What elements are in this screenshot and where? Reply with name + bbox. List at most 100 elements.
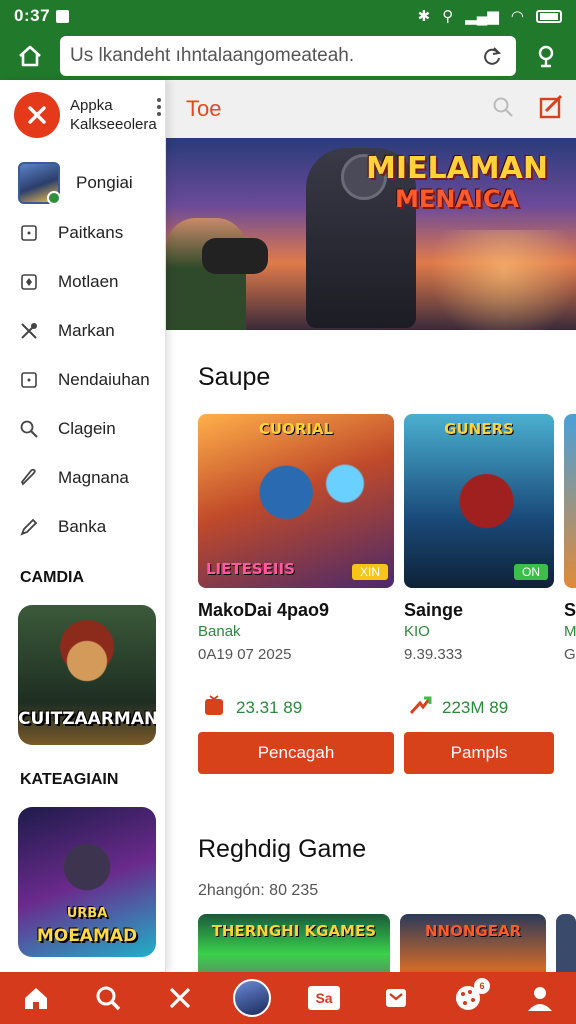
pencil-icon <box>18 516 40 538</box>
search-icon[interactable] <box>86 976 130 1020</box>
signal-icon: ▂▄▆ <box>465 8 499 25</box>
drawer-section-title: KATEAGIAIN <box>20 771 119 788</box>
install-button[interactable]: Pencagah <box>198 732 394 774</box>
thumbnail-badge: ON <box>514 564 548 580</box>
profile-icon[interactable] <box>518 976 562 1020</box>
drawer-item-label: Banka <box>58 516 107 536</box>
category-game-thumbnail[interactable]: URBA MOEAMAD <box>18 807 156 957</box>
drawer-item-label: Paitkans <box>58 222 124 242</box>
category-game-caption: URBA MOEAMAD <box>18 903 156 947</box>
close-icon[interactable] <box>158 976 202 1020</box>
section-title: Saupe <box>198 363 271 391</box>
thumbnail-title: CUORIAL <box>258 420 334 438</box>
battery-icon <box>536 9 562 23</box>
reload-icon[interactable] <box>478 42 506 70</box>
section-subtitle: 2hangón: 80 235 <box>198 882 319 899</box>
thumbnail-badge: XIN <box>351 564 388 580</box>
diamond-icon <box>18 271 40 293</box>
hero-banner[interactable]: MIELAMAN MENAICA <box>166 138 576 330</box>
url-bar <box>0 32 576 80</box>
drawer-item-magnana[interactable]: Magnana <box>0 453 165 502</box>
home-icon[interactable] <box>10 36 50 76</box>
address-field[interactable] <box>60 36 516 76</box>
main-header: Toe <box>166 80 576 138</box>
edit-icon[interactable] <box>538 94 564 125</box>
drawer-item-clagein[interactable]: Clagein <box>0 404 165 453</box>
drawer-item-label: Magnana <box>58 467 129 487</box>
section-title: Reghdig Game <box>198 835 367 863</box>
game-publisher: Banak <box>198 623 241 640</box>
wifi-icon: ◠ <box>510 8 524 25</box>
drawer-item-label: Clagein <box>58 418 116 438</box>
game-thumbnail[interactable]: NNONGEAR <box>399 914 547 972</box>
caption-line2: MOEAMAD <box>36 926 138 946</box>
hero-glow <box>396 230 576 330</box>
hero-title-line1: MIELAMAN <box>365 151 548 186</box>
game-card-row: CUORIAL LIETESEIIS XIN MakoDai 4pao9 Ban… <box>166 414 576 774</box>
game-stat: 23.31 89 <box>198 693 394 722</box>
game-date: 9.39.333 <box>404 646 463 663</box>
main-content: Toe MIELAMAN MENAICA Saupe CUORIAL LIETE… <box>166 80 576 972</box>
caption-line1: URBA <box>66 906 108 921</box>
game-stat: 223M 89 <box>404 693 554 722</box>
drawer-item-label: Motlaen <box>58 271 119 291</box>
hero-title: MIELAMAN MENAICA <box>366 154 548 214</box>
hero-gamer-figure <box>166 218 246 330</box>
install-button[interactable]: Pampls <box>404 732 554 774</box>
game-name: MakoDai 4pao9 <box>198 600 330 620</box>
drawer-item-label: Markan <box>58 320 115 340</box>
game-thumbnail-row: THERNGHI KGAMES NNONGEAR <box>166 914 576 972</box>
mic-icon[interactable] <box>526 36 566 76</box>
drawer-item-paitkans[interactable]: Paitkans <box>0 208 165 257</box>
address-input[interactable] <box>70 45 478 67</box>
drawer-section-title: CAMDIA <box>20 569 84 586</box>
drawer-item-markan[interactable]: Markan <box>0 306 165 355</box>
search-icon <box>18 418 40 440</box>
bookmark-icon[interactable] <box>374 976 418 1020</box>
drawer-item-banka[interactable]: Banka <box>0 502 165 551</box>
drawer-title-line2: Kalkseeolera <box>70 116 157 133</box>
store-icon[interactable]: Sa <box>302 976 346 1020</box>
gift-icon <box>202 693 226 722</box>
app-badge-icon <box>56 9 70 23</box>
notification-badge: 6 <box>474 978 490 994</box>
stat-value: 223M 89 <box>442 697 509 717</box>
section-recommended: Reghdig Game 2hangón: 80 235 THERNGHI KG… <box>166 824 576 972</box>
close-icon[interactable] <box>14 92 60 138</box>
game-card[interactable]: GUNERS ON Sainge KIO 9.39.333 223M 89 Pa… <box>404 414 554 774</box>
tools-icon <box>18 320 40 342</box>
navigation-drawer: Appka Kalkseeolera Pongiai Paitkans Motl… <box>0 80 166 972</box>
games-icon[interactable]: 6 <box>446 976 490 1020</box>
thumbnail-title: THERNGHI KGAMES <box>211 922 377 940</box>
avatar[interactable] <box>230 976 274 1020</box>
thumbnail-title: GUNERS <box>444 420 514 438</box>
game-card[interactable]: CUORIAL LIETESEIIS XIN MakoDai 4pao9 Ban… <box>198 414 394 774</box>
controller-icon <box>202 238 268 274</box>
game-thumbnail[interactable] <box>564 414 576 588</box>
drawer-item-motlaen[interactable]: Motlaen <box>0 257 165 306</box>
drawer-title: Appka Kalkseeolera <box>70 96 157 134</box>
game-date: Gr <box>564 646 576 663</box>
drawer-item-nendaiuhan[interactable]: Nendaiuhan <box>0 355 165 404</box>
drawer-header: Appka Kalkseeolera <box>0 80 165 148</box>
game-date: 0A19 07 2025 <box>198 646 292 663</box>
featured-game-caption: CUITZAARMAN <box>18 709 156 729</box>
drawer-title-line1: Appka <box>70 97 113 114</box>
thumbnail-title: NNONGEAR <box>425 922 522 940</box>
featured-game-thumbnail[interactable]: CUITZAARMAN <box>18 605 156 745</box>
game-card[interactable]: Sε M( Gr <box>564 414 576 774</box>
game-publisher: M( <box>564 623 576 640</box>
status-time: 0:37 <box>14 6 51 25</box>
game-thumbnail[interactable]: GUNERS ON <box>404 414 554 588</box>
game-thumbnail[interactable]: CUORIAL LIETESEIIS XIN <box>198 414 394 588</box>
game-thumbnail[interactable] <box>556 914 576 972</box>
trending-icon <box>408 693 432 722</box>
search-icon[interactable] <box>492 96 514 123</box>
bottom-navigation: Sa 6 <box>0 972 576 1024</box>
home-icon[interactable] <box>14 976 58 1020</box>
drawer-profile[interactable]: Pongiai <box>0 158 165 208</box>
more-options-icon[interactable] <box>156 98 161 116</box>
game-name: Sε <box>564 600 576 620</box>
game-thumbnail[interactable]: THERNGHI KGAMES <box>198 914 390 972</box>
stat-value: 23.31 89 <box>236 697 303 717</box>
